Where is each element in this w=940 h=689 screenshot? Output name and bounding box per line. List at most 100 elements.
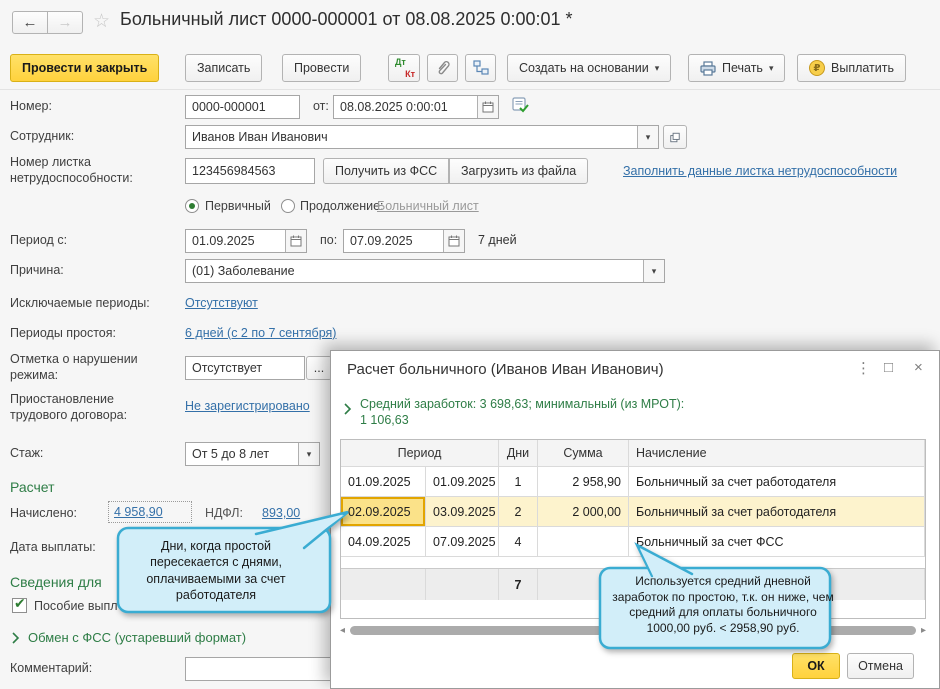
calendar-icon bbox=[482, 101, 494, 113]
table-cell[interactable]: Больничный за счет работодателя bbox=[629, 497, 925, 527]
callout-line: 1000,00 руб. < 2958,90 руб. bbox=[646, 620, 800, 635]
dialog-menu-icon[interactable]: ⋮ bbox=[856, 359, 871, 377]
employee-combo[interactable]: Иванов Иван Иванович ▾ bbox=[185, 125, 659, 149]
table-cell[interactable]: 01.09.2025 bbox=[341, 467, 426, 497]
pay-label: Выплатить bbox=[831, 61, 895, 75]
downtime-periods-link[interactable]: 6 дней (с 2 по 7 сентября) bbox=[185, 326, 336, 340]
employee-value: Иванов Иван Иванович bbox=[192, 130, 328, 144]
table-cell[interactable]: 4 bbox=[499, 527, 538, 557]
app-window: ← → ☆ Больничный лист 0000-000001 от 08.… bbox=[0, 0, 940, 689]
toolbar-separator bbox=[0, 89, 940, 90]
col-header-accrual[interactable]: Начисление bbox=[629, 440, 925, 467]
accrued-label: Начислено: bbox=[10, 506, 78, 520]
fill-sick-list-data-link[interactable]: Заполнить данные листка нетрудоспособнос… bbox=[623, 164, 897, 178]
period-from-field[interactable]: 01.09.2025 bbox=[185, 229, 307, 253]
table-cell[interactable]: 1 bbox=[499, 467, 538, 497]
reason-dropdown-button[interactable]: ▾ bbox=[643, 260, 664, 282]
continuation-radio[interactable] bbox=[281, 199, 295, 213]
dialog-title: Расчет больничного (Иванов Иван Иванович… bbox=[347, 361, 664, 378]
get-from-fss-button[interactable]: Получить из ФСС bbox=[323, 158, 450, 184]
avg-earnings-text[interactable]: Средний заработок: 3 698,63; минимальный… bbox=[360, 396, 684, 429]
violation-label: Отметка о нарушении режима: bbox=[10, 352, 138, 382]
post-and-close-button[interactable]: Провести и закрыть bbox=[10, 54, 160, 82]
back-button[interactable]: ← bbox=[12, 11, 48, 34]
period-label: Период с: bbox=[10, 233, 68, 247]
totals-days-cell[interactable]: 7 bbox=[499, 569, 538, 600]
totals-cell[interactable] bbox=[426, 569, 499, 600]
table-cell[interactable]: 03.09.2025 bbox=[426, 497, 499, 527]
experience-combo[interactable]: От 5 до 8 лет ▾ bbox=[185, 442, 320, 466]
reason-label: Причина: bbox=[10, 263, 64, 277]
reason-combo[interactable]: (01) Заболевание ▾ bbox=[185, 259, 665, 283]
table-cell[interactable]: 2 000,00 bbox=[538, 497, 629, 527]
period-to-field[interactable]: 07.09.2025 bbox=[343, 229, 465, 253]
violation-field[interactable]: Отсутствует bbox=[185, 356, 305, 380]
table-cell[interactable]: 07.09.2025 bbox=[426, 527, 499, 557]
open-employee-button[interactable] bbox=[663, 125, 687, 149]
document-check-icon[interactable] bbox=[512, 97, 529, 114]
callout-line: Дни, когда простой bbox=[160, 539, 272, 553]
forward-button[interactable]: → bbox=[47, 11, 83, 34]
benefit-checkbox[interactable]: ✔ bbox=[12, 595, 27, 613]
ruble-coin-icon: ₽ bbox=[809, 60, 825, 76]
document-date-field[interactable]: 08.08.2025 0:00:01 bbox=[333, 95, 499, 119]
violation-more-button[interactable]: ... bbox=[306, 356, 332, 380]
print-label: Печать bbox=[722, 61, 763, 75]
back-icon: ← bbox=[22, 14, 38, 31]
calc-section-heading: Расчет bbox=[10, 479, 55, 495]
col-header-period[interactable]: Период bbox=[341, 440, 499, 467]
scroll-right-icon[interactable]: ▸ bbox=[921, 625, 926, 636]
employee-label: Сотрудник: bbox=[10, 129, 75, 143]
calendar-button[interactable] bbox=[477, 96, 498, 118]
load-from-file-button[interactable]: Загрузить из файла bbox=[449, 158, 589, 184]
related-documents-button[interactable] bbox=[465, 54, 496, 82]
post-button[interactable]: Провести bbox=[282, 54, 362, 82]
dtkt-button[interactable]: Дт Кт bbox=[388, 54, 420, 82]
col-header-days[interactable]: Дни bbox=[499, 440, 538, 467]
dialog-close-icon[interactable]: × bbox=[914, 359, 923, 376]
calendar-icon bbox=[290, 235, 302, 247]
table-cell[interactable]: Больничный за счет работодателя bbox=[629, 467, 925, 497]
fss-exchange-group[interactable]: Обмен с ФСС (устаревший формат) bbox=[28, 630, 246, 645]
pay-button[interactable]: ₽ Выплатить bbox=[797, 54, 907, 82]
experience-dropdown-button[interactable]: ▾ bbox=[298, 443, 319, 465]
cancel-button[interactable]: Отмена bbox=[847, 653, 914, 679]
benefit-checkbox-label: Пособие выпл bbox=[34, 599, 118, 613]
info-section-heading: Сведения для bbox=[10, 574, 102, 590]
employee-dropdown-button[interactable]: ▾ bbox=[637, 126, 658, 148]
callout-line: заработок по простою, т.к. он ниже, чем bbox=[612, 589, 834, 604]
fss-exchange-expander-icon[interactable] bbox=[12, 632, 20, 644]
attachments-button[interactable] bbox=[427, 54, 458, 82]
favorite-star-icon[interactable]: ☆ bbox=[93, 10, 110, 33]
callout-left-text: Дни, когда простой пересекается с днями,… bbox=[122, 538, 310, 603]
create-on-basis-button[interactable]: Создать на основании ▾ bbox=[507, 54, 672, 82]
document-date-value: 08.08.2025 0:00:01 bbox=[340, 100, 448, 114]
sick-list-number-field[interactable]: 123456984563 bbox=[185, 158, 315, 184]
comment-field[interactable] bbox=[185, 657, 335, 681]
ellipsis-icon: ... bbox=[313, 361, 325, 375]
sick-list-number-label: Номер листка нетрудоспособности: bbox=[10, 155, 133, 185]
table-cell[interactable]: 2 958,90 bbox=[538, 467, 629, 497]
scroll-left-icon[interactable]: ◂ bbox=[340, 625, 345, 636]
period-from-value: 01.09.2025 bbox=[192, 234, 255, 248]
table-cell[interactable]: 01.09.2025 bbox=[426, 467, 499, 497]
callout-line: Используется средний дневной bbox=[635, 574, 811, 588]
excluded-periods-link[interactable]: Отсутствуют bbox=[185, 296, 258, 310]
ok-button[interactable]: ОК bbox=[792, 653, 840, 679]
table-cell[interactable]: 2 bbox=[499, 497, 538, 527]
calendar-button[interactable] bbox=[443, 230, 464, 252]
calendar-button[interactable] bbox=[285, 230, 306, 252]
dialog-maximize-icon[interactable]: □ bbox=[884, 359, 893, 376]
print-button[interactable]: Печать ▾ bbox=[688, 54, 786, 82]
forward-icon: → bbox=[57, 14, 73, 31]
col-header-amount[interactable]: Сумма bbox=[538, 440, 629, 467]
period-days-text: 7 дней bbox=[478, 233, 517, 247]
save-button[interactable]: Записать bbox=[185, 54, 263, 82]
primary-radio[interactable] bbox=[185, 199, 199, 213]
continuation-document-link[interactable]: Больничный лист bbox=[377, 199, 479, 213]
callout-line: средний для оплаты больничного bbox=[629, 605, 817, 620]
reason-value: (01) Заболевание bbox=[192, 264, 295, 278]
avg-earnings-expander-icon[interactable] bbox=[344, 403, 352, 415]
number-field[interactable]: 0000-000001 bbox=[185, 95, 300, 119]
suspension-link[interactable]: Не зарегистрировано bbox=[185, 399, 310, 413]
